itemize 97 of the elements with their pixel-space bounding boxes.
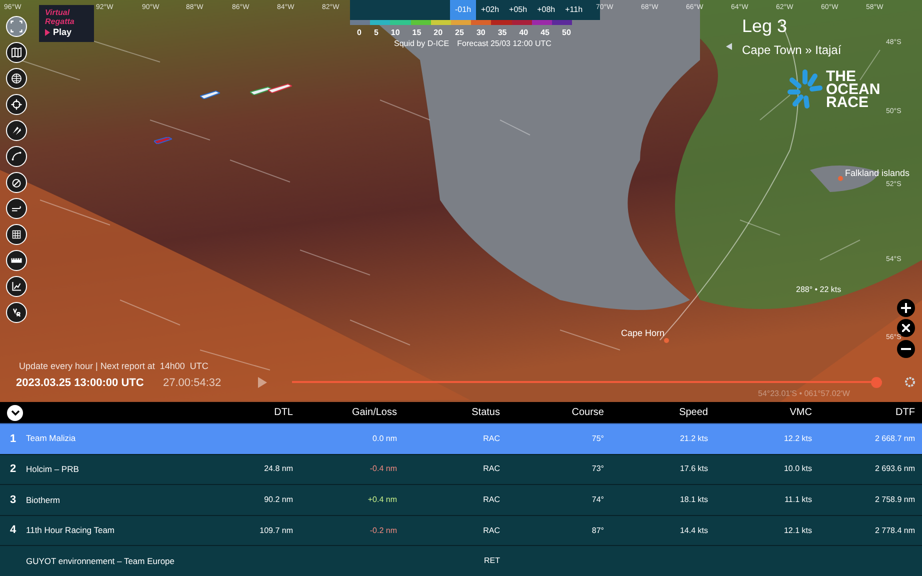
time-step-tab[interactable]: +05h — [504, 0, 532, 20]
legend-value: 20 — [434, 27, 443, 39]
table-cell-text: 0.0 nm — [372, 432, 397, 445]
crosshair-icon — [9, 97, 24, 112]
column-header: Status — [470, 406, 500, 420]
table-cell-text: 73° — [590, 463, 604, 476]
time-step-tab[interactable]: +11h — [560, 0, 588, 20]
leg-title: Leg 3 — [742, 15, 788, 37]
table-cell-text: RAC — [482, 524, 500, 537]
line-chart-icon — [9, 279, 24, 294]
table-cell-text: +0.4 nm — [366, 494, 397, 506]
table-cell-text: 74° — [590, 494, 604, 506]
logo-text: OCEAN — [826, 82, 880, 96]
minus-icon — [901, 348, 911, 350]
boat-icon — [154, 137, 172, 144]
table-cell-text: 18.1 kts — [678, 494, 708, 506]
wind-reading: 288° • 22 kts — [796, 284, 842, 296]
rank-number: 2 — [8, 462, 18, 478]
table-cell-text: 12.1 kts — [782, 524, 812, 537]
legend-value: 5 — [374, 27, 378, 39]
column-header: VMC — [788, 406, 812, 420]
table-cell-text: 90.2 nm — [263, 494, 293, 506]
table-cell-text: RET — [483, 555, 500, 568]
logo-text: RACE — [826, 96, 869, 108]
table-cell-text: 17.6 kts — [678, 463, 708, 476]
logo-text: THE — [826, 70, 856, 82]
table-cell-text: 24.8 nm — [263, 463, 293, 476]
map-icon — [9, 45, 24, 60]
legend-value: 35 — [498, 27, 507, 39]
plus-icon — [901, 303, 911, 313]
legend-value: 10 — [390, 27, 400, 39]
chevron-down-icon — [10, 410, 20, 416]
table-cell-text: 10.0 kts — [782, 463, 812, 476]
team-name: GUYOT environnement – Team Europe — [26, 554, 176, 568]
table-cell-text: 109.7 nm — [258, 524, 293, 537]
place-label: Falkland islands — [845, 167, 910, 180]
team-name: Holcim – PRB — [26, 463, 80, 476]
table-cell-text: 2 693.6 nm — [874, 463, 915, 476]
legend-value: 25 — [455, 27, 464, 39]
starburst-icon — [787, 68, 823, 110]
expand-icon — [9, 19, 24, 34]
table-cell-text: -0.4 nm — [368, 463, 397, 476]
forecast-time: Forecast 25/03 12:00 UTC — [457, 38, 552, 50]
rank-number: 4 — [8, 523, 18, 538]
table-cell-text: -0.2 nm — [368, 524, 397, 537]
column-header: DTL — [273, 406, 293, 420]
logo-badge[interactable]: Virtual Regatta Play — [39, 5, 94, 42]
table-cell-text: 12.2 kts — [782, 432, 812, 445]
column-header: Gain/Loss — [350, 406, 397, 420]
time-step-tab[interactable]: +02h — [476, 0, 504, 20]
location-dot-icon — [838, 176, 843, 181]
table-cell-text: 87° — [590, 524, 604, 537]
play-icon — [258, 376, 266, 388]
legend-value: 40 — [519, 27, 528, 39]
column-header: Course — [570, 406, 604, 420]
location-dot-icon — [664, 338, 669, 343]
team-name: Team Malizia — [26, 432, 77, 446]
column-header: DTF — [894, 406, 915, 420]
triangle-marker-icon — [726, 43, 732, 50]
table-cell-text: 21.2 kts — [678, 432, 708, 445]
table-cell-text: 2 778.4 nm — [874, 524, 915, 537]
race-datetime: 2023.03.25 13:00:00 UTC — [16, 376, 144, 391]
table-cell-text: RAC — [482, 432, 500, 445]
team-name: Biotherm — [26, 494, 62, 506]
leaderboard-row[interactable]: 4 11th Hour Racing Team 109.7 nm -0.2 nm RAC 87° 14.4 kts 12.1 kts 2 778.4 nm — [0, 514, 922, 546]
time-step-tab[interactable]: +08h — [532, 0, 560, 20]
logo-text: Virtual — [45, 8, 71, 17]
globe-icon — [9, 71, 24, 86]
table-cell-text: 2 758.9 nm — [874, 494, 915, 506]
legend-value: 0 — [357, 27, 362, 39]
boat-icon — [200, 90, 220, 99]
column-header: Speed — [678, 406, 708, 420]
legend-value: 45 — [540, 27, 550, 39]
play-label: Play — [53, 26, 72, 39]
logo-text: Regatta — [45, 16, 76, 26]
table-cell-text: 11.1 kts — [784, 494, 812, 506]
elapsed-time: 27.00:54:32 — [163, 376, 222, 391]
table-cell-text: RAC — [482, 463, 500, 476]
legend-value: 30 — [476, 27, 486, 39]
cursor-coordinates: 54°23.01'S • 061°57.02'W — [758, 388, 850, 400]
table-cell-text: 2 668.7 nm — [874, 432, 915, 445]
update-note: Update every hour | Next report at 14h00 UTC — [19, 360, 208, 373]
play-icon — [45, 29, 50, 36]
team-name: 11th Hour Racing Team — [26, 524, 116, 537]
collapse-button[interactable] — [7, 404, 23, 420]
boat-icon — [268, 83, 292, 93]
legend-value: 50 — [562, 27, 571, 39]
table-cell-text: 14.4 kts — [678, 524, 708, 537]
rank-number: 1 — [8, 432, 18, 447]
leg-route: Cape Town » Itajaí — [742, 42, 842, 59]
boat-icon — [250, 86, 272, 95]
table-cell-text: 75° — [590, 432, 604, 445]
rank-number: 3 — [8, 492, 18, 508]
legend-value: 15 — [412, 27, 422, 39]
close-icon — [902, 324, 910, 332]
table-cell-text: RAC — [482, 494, 500, 506]
place-label: Cape Horn — [621, 327, 665, 340]
